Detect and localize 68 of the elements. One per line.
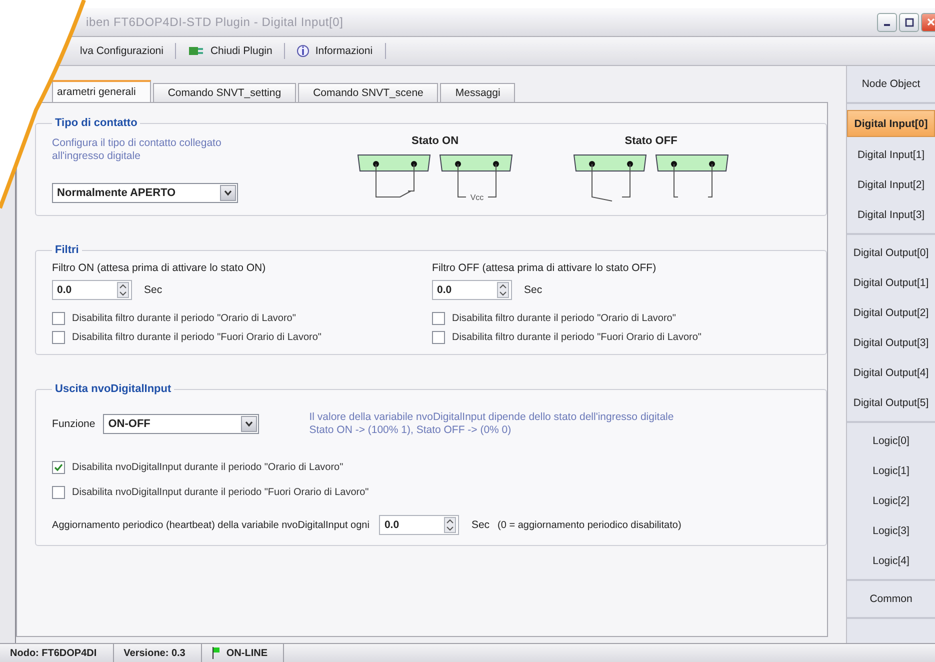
sidebar-item[interactable]: Digital Output[0] <box>847 238 935 268</box>
unit-label: Sec <box>471 519 490 531</box>
info-text: Stato ON -> (100% 1), Stato OFF -> (0% 0) <box>309 424 512 437</box>
checkbox[interactable]: Disabilita filtro durante il periodo "Orario di Lavoro" <box>52 312 432 325</box>
heartbeat-label: Aggiornamento periodico (heartbeat) della variabile nvoDigitalInput ogni <box>52 520 370 530</box>
state-title: Stato OFF <box>624 135 678 147</box>
status-text: Nodo: FT6DOP4DI <box>10 648 97 658</box>
group-title: Tipo di contatto <box>54 117 138 129</box>
sidebar-item[interactable]: Digital Output[3] <box>847 328 935 358</box>
filter-label: Filtro OFF (attesa prima di attivare lo stato OFF) <box>432 262 658 274</box>
window-title: iben FT6DOP4DI-STD Plugin - Digital Input[0] <box>86 15 344 29</box>
state-title: Stato ON <box>410 135 460 147</box>
spin-arrows-icon[interactable] <box>497 282 510 298</box>
filter-label: Filtro ON (attesa prima di attivare lo stato ON) <box>52 262 267 274</box>
sidebar-item[interactable]: Logic[3] <box>847 516 935 546</box>
info-icon <box>297 44 310 58</box>
unit-label: Sec <box>144 284 162 296</box>
checkbox[interactable]: Disabilita nvoDigitalInput durante il periodo "Orario di Lavoro" <box>52 461 812 474</box>
sidebar-item[interactable]: Digital Output[1] <box>847 268 935 298</box>
status-text: ON-LINE <box>226 648 268 658</box>
sidebar-item[interactable]: Logic[4] <box>847 546 935 576</box>
sidebar-item[interactable]: Logic[2] <box>847 486 935 516</box>
checkbox[interactable]: Disabilita filtro durante il periodo "Fuori Orario di Lavoro" <box>52 331 432 344</box>
sidebar-item[interactable]: Digital Output[2] <box>847 298 935 328</box>
sidebar-item[interactable]: Digital Output[4] <box>847 358 935 388</box>
tab[interactable]: Comando SNVT_setting <box>152 83 296 102</box>
tab[interactable]: Messaggi <box>440 83 516 102</box>
toolbar-button[interactable]: Chiudi Plugin <box>184 42 276 60</box>
info-text: Il valore della variabile nvoDigitalInput dipende dello stato dell'ingresso digitale <box>309 411 674 424</box>
close-button[interactable] <box>921 12 935 32</box>
filter-delay-field[interactable]: 0.0 <box>432 280 512 300</box>
toolbar-button[interactable]: Informazioni <box>293 42 377 60</box>
unit-label: Sec <box>524 284 542 296</box>
group-title: Filtri <box>54 244 80 256</box>
sidebar-item[interactable]: Digital Input[1] <box>847 140 935 170</box>
close-icon <box>927 18 935 26</box>
contact-type-dropdown[interactable]: Normalmente APERTO <box>52 183 238 203</box>
checkbox[interactable]: Disabilita filtro durante il periodo "Orario di Lavoro" <box>432 312 812 325</box>
spin-arrows-icon[interactable] <box>444 517 456 533</box>
maximize-icon <box>904 18 914 26</box>
sidebar-item[interactable]: Digital Input[2] <box>847 170 935 200</box>
status-text: Versione: 0.3 <box>124 648 186 658</box>
checkmark-icon <box>54 463 64 472</box>
sidebar-item[interactable]: Digital Input[3] <box>847 200 935 230</box>
maximize-button[interactable] <box>899 12 919 32</box>
sidebar-item[interactable]: Digital Output[5] <box>847 388 935 418</box>
function-label: Funzione <box>52 418 96 430</box>
tab[interactable]: Comando SNVT_scene <box>298 83 438 102</box>
plug-icon <box>188 44 204 58</box>
function-dropdown[interactable]: ON-OFF <box>103 414 260 434</box>
toolbar-button[interactable]: lva Configurazioni <box>76 43 168 59</box>
sidebar-item[interactable]: Node Object <box>847 69 935 99</box>
group-title: Uscita nvoDigitalInput <box>54 383 172 395</box>
sidebar-item[interactable]: Logic[1] <box>847 456 935 486</box>
minimize-button[interactable] <box>877 12 897 32</box>
heartbeat-field[interactable]: 0.0 <box>379 515 460 535</box>
spin-arrows-icon[interactable] <box>117 282 130 298</box>
sidebar-item[interactable]: Common <box>847 584 935 614</box>
heartbeat-note: (0 = aggiornamento periodico disabilitato) <box>498 520 682 530</box>
sidebar-item[interactable]: Digital Input[0] <box>847 110 935 137</box>
tab[interactable]: arametri generali <box>52 80 151 102</box>
filter-delay-field[interactable]: 0.0 <box>52 280 132 300</box>
flag-icon <box>212 647 220 659</box>
description-text: Configura il tipo di contatto collegato all'ingresso digitale <box>52 137 222 163</box>
contact-diagram-drawing: Vcc <box>438 153 514 205</box>
sidebar-item[interactable]: Logic[0] <box>847 426 935 456</box>
checkbox[interactable]: Disabilita nvoDigitalInput durante il periodo "Fuori Orario di Lavoro" <box>52 486 812 499</box>
checkbox[interactable]: Disabilita filtro durante il periodo "Fuori Orario di Lavoro" <box>432 331 812 344</box>
